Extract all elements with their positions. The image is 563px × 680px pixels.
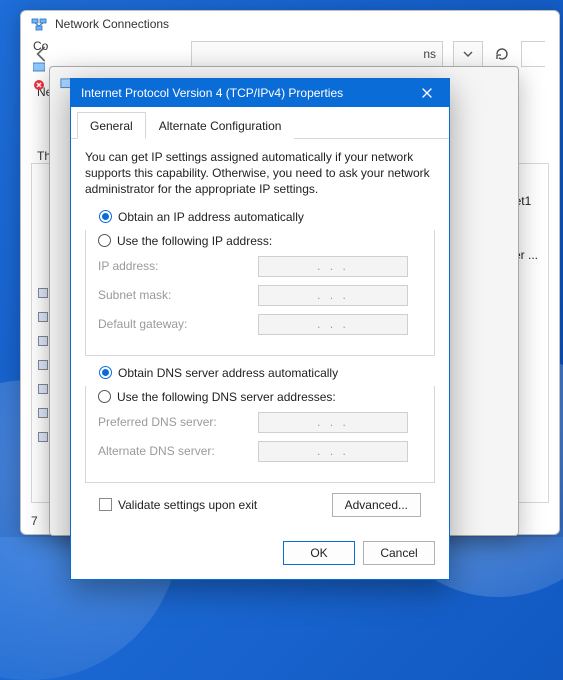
ok-button[interactable]: OK: [283, 541, 355, 565]
address-bar[interactable]: ns: [191, 41, 443, 67]
adapter-thumb: [38, 360, 48, 370]
dialog-button-row: OK Cancel: [71, 529, 449, 579]
adapter-thumb: [38, 432, 48, 442]
default-gateway-input[interactable]: . . .: [258, 314, 408, 335]
dialog-body: You can get IP settings assigned automat…: [71, 139, 449, 529]
tab-general[interactable]: General: [77, 112, 146, 139]
preferred-dns-label: Preferred DNS server:: [98, 415, 258, 429]
window-title: Network Connections: [55, 17, 169, 31]
radio-obtain-ip-auto[interactable]: Obtain an IP address automatically: [99, 210, 435, 224]
dialog-titlebar: Internet Protocol Version 4 (TCP/IPv4) P…: [71, 79, 449, 107]
adapter-icon: [33, 61, 45, 75]
tab-alternate-configuration[interactable]: Alternate Configuration: [146, 112, 295, 139]
dns-fieldset: Use the following DNS server addresses: …: [85, 377, 435, 483]
advanced-button[interactable]: Advanced...: [332, 493, 421, 517]
radio-icon: [99, 210, 112, 223]
subnet-mask-input[interactable]: . . .: [258, 285, 408, 306]
radio-label: Use the following DNS server addresses:: [117, 390, 336, 404]
radio-label: Obtain an IP address automatically: [118, 210, 304, 224]
status-bar-count: 7: [31, 514, 38, 528]
close-icon: [421, 87, 433, 99]
adapter-thumb: [38, 288, 48, 298]
radio-obtain-dns-auto[interactable]: Obtain DNS server address automatically: [99, 366, 435, 380]
search-box[interactable]: [521, 41, 545, 67]
refresh-icon: [494, 46, 510, 62]
dialog-title: Internet Protocol Version 4 (TCP/IPv4) P…: [81, 86, 343, 100]
address-dropdown[interactable]: [453, 41, 483, 67]
ip-fieldset: Use the following IP address: IP address…: [85, 221, 435, 356]
ip-address-input[interactable]: . . .: [258, 256, 408, 277]
radio-icon: [99, 366, 112, 379]
checkbox-icon: [99, 498, 112, 511]
address-bar-suffix: ns: [423, 47, 436, 61]
adapter-thumb: [38, 408, 48, 418]
partial-label-co: Co: [33, 39, 48, 53]
window-titlebar: Network Connections: [21, 11, 559, 37]
alternate-dns-input[interactable]: . . .: [258, 441, 408, 462]
validate-settings-checkbox[interactable]: Validate settings upon exit: [99, 498, 257, 512]
radio-label: Obtain DNS server address automatically: [118, 366, 338, 380]
radio-icon: [98, 234, 111, 247]
preferred-dns-input[interactable]: . . .: [258, 412, 408, 433]
cancel-button[interactable]: Cancel: [363, 541, 435, 565]
adapter-thumb: [38, 384, 48, 394]
radio-use-following-dns[interactable]: Use the following DNS server addresses:: [98, 390, 422, 404]
subnet-mask-label: Subnet mask:: [98, 288, 258, 302]
radio-use-following-ip[interactable]: Use the following IP address:: [98, 234, 422, 248]
checkbox-label: Validate settings upon exit: [118, 498, 257, 512]
radio-icon: [98, 390, 111, 403]
ipv4-properties-dialog: Internet Protocol Version 4 (TCP/IPv4) P…: [70, 78, 450, 580]
radio-label: Use the following IP address:: [117, 234, 272, 248]
close-button[interactable]: [411, 82, 443, 104]
error-icon: [33, 79, 45, 94]
description-text: You can get IP settings assigned automat…: [85, 149, 435, 198]
default-gateway-label: Default gateway:: [98, 317, 258, 331]
adapter-thumb: [38, 336, 48, 346]
refresh-button[interactable]: [487, 41, 517, 67]
network-connections-icon: [31, 17, 47, 31]
chevron-down-icon: [463, 51, 473, 57]
tab-bar: General Alternate Configuration: [71, 111, 449, 139]
alternate-dns-label: Alternate DNS server:: [98, 444, 258, 458]
ip-address-label: IP address:: [98, 259, 258, 273]
adapter-thumb: [38, 312, 48, 322]
